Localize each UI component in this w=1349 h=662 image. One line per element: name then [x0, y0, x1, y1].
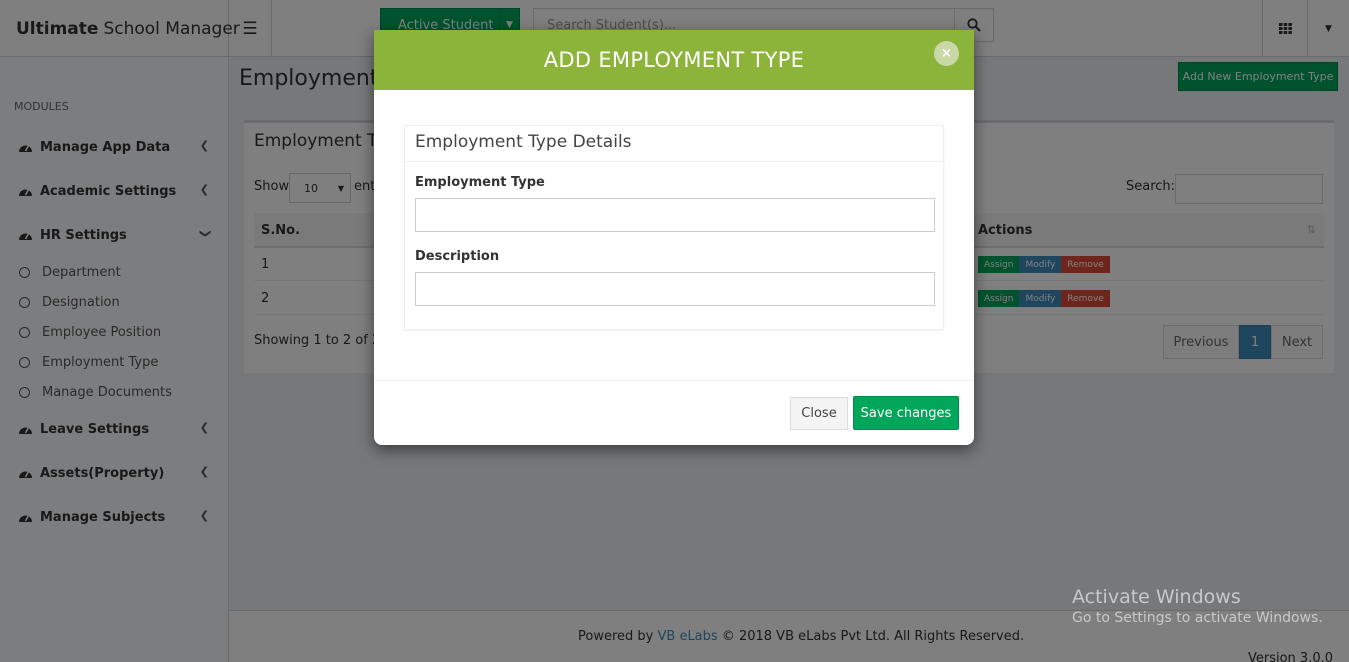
panel-divider: [405, 161, 945, 162]
employment-type-label: Employment Type: [415, 175, 545, 190]
modal-footer-divider: [374, 380, 974, 381]
close-icon[interactable]: ×: [934, 41, 959, 66]
description-label: Description: [415, 249, 500, 264]
employment-type-details-panel: Employment Type Details Employment Type …: [404, 125, 945, 330]
activate-windows-title: Activate Windows: [1072, 586, 1241, 608]
modal-title: ADD EMPLOYMENT TYPE: [543, 48, 805, 72]
modal-header: ADD EMPLOYMENT TYPE ×: [374, 30, 974, 90]
add-employment-type-modal: ADD EMPLOYMENT TYPE × Employment Type De…: [374, 30, 974, 445]
app-root: Ultimate School Manager ☰ Active Student…: [0, 0, 1349, 662]
panel-title: Employment Type Details: [415, 132, 632, 152]
activate-windows-subtitle: Go to Settings to activate Windows.: [1072, 610, 1323, 626]
save-changes-button[interactable]: Save changes: [853, 396, 959, 430]
employment-type-field[interactable]: [415, 198, 935, 232]
description-field[interactable]: [415, 272, 935, 306]
close-button[interactable]: Close: [790, 397, 848, 430]
